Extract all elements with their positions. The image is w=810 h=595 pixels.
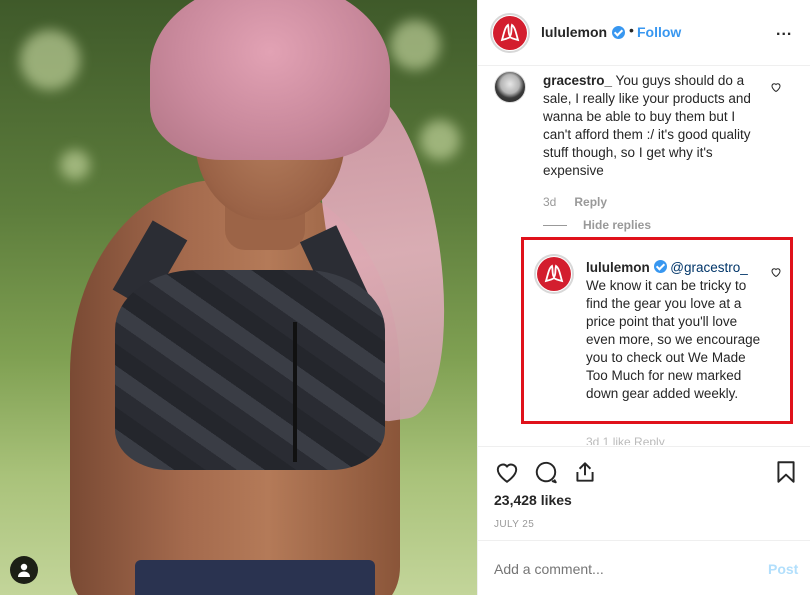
lululemon-logo[interactable]	[490, 13, 530, 53]
bokeh-light	[20, 30, 80, 90]
post-actions: 23,428 likes JULY 25	[478, 446, 810, 538]
like-comment-icon[interactable]	[770, 81, 782, 93]
heart-icon[interactable]	[494, 459, 520, 485]
comment-body: gracestro_ You guys should do a sale, I …	[543, 72, 763, 180]
reply-mention[interactable]: @gracestro_	[670, 260, 748, 275]
logo-mark	[537, 257, 571, 291]
hide-replies-button[interactable]: Hide replies	[543, 218, 651, 232]
avatar[interactable]	[494, 71, 526, 103]
reply-username[interactable]: lululemon	[586, 260, 650, 275]
follow-button[interactable]: Follow	[637, 24, 681, 40]
add-comment-bar: Post	[478, 540, 810, 595]
model-shorts	[135, 560, 375, 595]
model-hair	[150, 0, 390, 160]
share-icon[interactable]	[572, 459, 598, 485]
bookmark-icon[interactable]	[773, 459, 799, 485]
reply-button[interactable]: Reply	[574, 195, 607, 209]
reply-text: We know it can be tricky to find the gea…	[586, 278, 761, 401]
add-comment-input[interactable]	[494, 561, 754, 577]
comments-list[interactable]: gracestro_ You guys should do a sale, I …	[478, 67, 810, 445]
comment-age: 3d	[543, 195, 557, 209]
post-photo[interactable]	[0, 0, 477, 595]
reply-body: lululemon @gracestro_ We know it can be …	[586, 259, 762, 403]
verified-badge-icon	[653, 260, 667, 273]
bokeh-light	[390, 20, 440, 70]
comment-meta: 3d Reply	[543, 195, 607, 209]
post-comment-button[interactable]: Post	[768, 561, 798, 577]
likes-count[interactable]: 23,428 likes	[494, 492, 572, 508]
more-options-icon[interactable]: ...	[776, 22, 792, 40]
bra-zipper	[293, 322, 297, 462]
post-side-panel: lululemon • Follow ... gracestro_ You gu…	[477, 0, 810, 595]
bokeh-light	[420, 120, 460, 160]
like-reply-icon[interactable]	[770, 266, 782, 278]
lululemon-logo[interactable]	[534, 254, 574, 294]
logo-mark	[493, 16, 527, 50]
highlighted-reply: lululemon @gracestro_ We know it can be …	[521, 237, 793, 424]
verified-badge-icon	[612, 26, 625, 39]
comment-text: You guys should do a sale, I really like…	[543, 73, 751, 178]
user-tag-icon[interactable]	[10, 556, 38, 584]
reply-meta: 3d 1 like Reply	[586, 435, 665, 445]
separator-dot: •	[629, 22, 634, 38]
instagram-post-view: lululemon • Follow ... gracestro_ You gu…	[0, 0, 810, 595]
header-username[interactable]: lululemon	[541, 24, 607, 40]
comment-icon[interactable]	[533, 459, 559, 485]
post-header: lululemon • Follow ...	[478, 0, 810, 66]
sports-bra	[115, 270, 385, 470]
bokeh-light	[60, 150, 90, 180]
post-date[interactable]: JULY 25	[494, 519, 534, 530]
comment-username[interactable]: gracestro_	[543, 73, 612, 88]
